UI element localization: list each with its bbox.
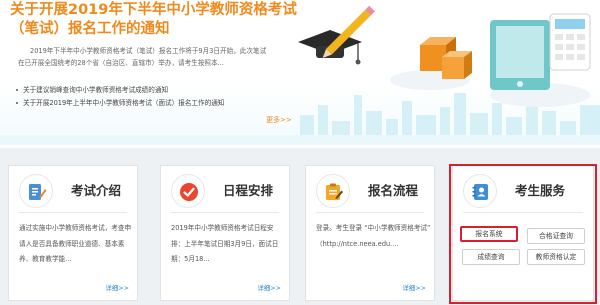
document-pen-icon xyxy=(19,174,53,208)
score-query-button[interactable]: 成绩查询 xyxy=(462,249,520,265)
card-title: 考生服务 xyxy=(515,183,566,198)
card-title: 报名流程 xyxy=(368,183,419,198)
divider xyxy=(19,212,127,213)
card-description: 2019年中小学教师资格考试日程安排：上半年笔试日期3月9日，面试日期：5月18… xyxy=(171,224,279,263)
certificate-query-button[interactable]: 合格证查询 xyxy=(527,228,585,244)
banner-description-line1: 2019年下半年中小学教师资格考试（笔试）报名工作将于9月3日开始，此次笔试 xyxy=(30,47,267,55)
card-title: 日程安排 xyxy=(223,183,274,198)
banner-description-line2: 在已开展全国统考的28个省（自治区、直辖市）举办，请考生按照本... xyxy=(18,59,224,67)
banner-description: 2019年下半年中小学教师资格考试（笔试）报名工作将于9月3日开始，此次笔试 在… xyxy=(18,45,283,69)
card-header: 考生服务 xyxy=(453,166,593,210)
teacher-certification-button[interactable]: 教师资格认定 xyxy=(527,249,585,265)
divider xyxy=(463,212,583,213)
card-detail-link[interactable]: 详细>> xyxy=(258,283,282,292)
card-title: 考试介绍 xyxy=(71,183,122,198)
card-description: 登录。考生登录 “中小学教师资格考试” （http://ntce.neea.ed… xyxy=(316,224,431,248)
divider xyxy=(171,212,279,213)
card-detail-link[interactable]: 详细>> xyxy=(106,283,130,292)
contact-book-icon xyxy=(463,174,497,208)
card-header: 考试介绍 xyxy=(9,166,137,210)
banner-title[interactable]: 关于开展2019年下半年中小学教师资格考试（笔试）报名工作的通知 xyxy=(10,1,300,39)
card-header: 日程安排 xyxy=(161,166,289,210)
check-circle-icon xyxy=(171,174,205,208)
card-detail-link[interactable]: 详细>> xyxy=(403,283,427,292)
card-exam-intro[interactable]: 考试介绍 通过实施中小学教师资格考试，考查申请人是否具备教师职业道德、基本素养、… xyxy=(8,165,138,301)
education-icons-illustration xyxy=(298,5,591,107)
card-process[interactable]: 报名流程 登录。考生登录 “中小学教师资格考试” （http://ntce.ne… xyxy=(305,165,435,301)
card-header: 报名流程 xyxy=(306,166,434,210)
divider xyxy=(316,212,424,213)
card-description: 通过实施中小学教师资格考试，考查申请人是否具备教师职业道德、基本素养、教育教学能… xyxy=(19,224,132,263)
news-banner: 关于开展2019年下半年中小学教师资格考试（笔试）报名工作的通知 2019年下半… xyxy=(0,0,600,145)
clipboard-pen-icon xyxy=(316,174,350,208)
card-schedule[interactable]: 日程安排 2019年中小学教师资格考试日程安排：上半年笔试日期3月9日，面试日期… xyxy=(160,165,290,301)
registration-system-button[interactable]: 报名系统 xyxy=(460,226,518,242)
